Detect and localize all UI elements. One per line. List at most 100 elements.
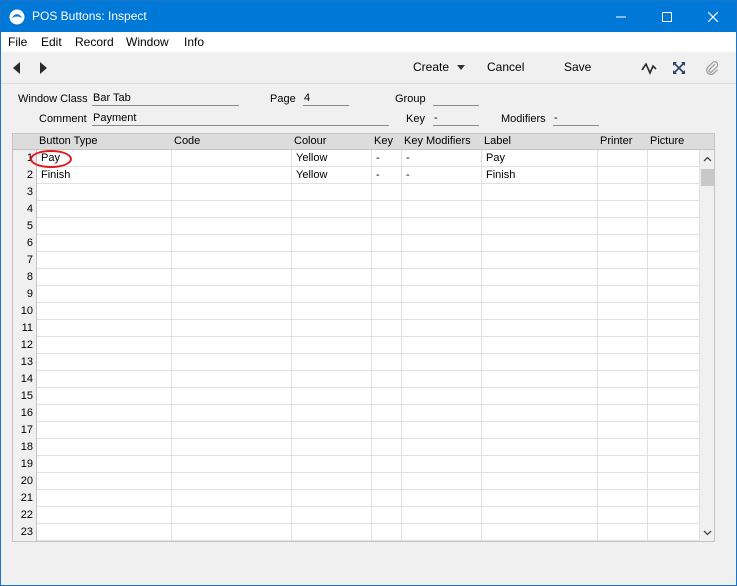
cell-printer[interactable] (598, 337, 648, 354)
column-header-label[interactable]: Label (484, 135, 511, 147)
cell-printer[interactable] (598, 371, 648, 388)
row-number[interactable]: 5 (13, 218, 37, 235)
cell-colour[interactable] (292, 252, 372, 269)
title-bar[interactable]: POS Buttons: Inspect (1, 1, 736, 32)
cell-label[interactable] (482, 269, 598, 286)
cell-code[interactable] (172, 286, 292, 303)
cell-key[interactable] (372, 490, 402, 507)
cell-key-modifiers[interactable] (402, 218, 482, 235)
row-number[interactable]: 21 (13, 490, 37, 507)
menu-info[interactable]: Info (184, 35, 204, 49)
cell-button-type[interactable] (37, 422, 172, 439)
cell-picture[interactable] (648, 337, 699, 354)
cell-button-type[interactable]: Finish (37, 167, 172, 184)
cell-picture[interactable] (648, 286, 699, 303)
cell-printer[interactable] (598, 422, 648, 439)
cell-button-type[interactable] (37, 405, 172, 422)
maximize-button[interactable] (644, 1, 690, 32)
cell-picture[interactable] (648, 252, 699, 269)
page-field[interactable]: 4 (303, 92, 349, 106)
cell-key-modifiers[interactable] (402, 456, 482, 473)
cell-picture[interactable] (648, 354, 699, 371)
cell-label[interactable] (482, 456, 598, 473)
cell-colour[interactable] (292, 184, 372, 201)
cell-key[interactable] (372, 269, 402, 286)
scroll-down-button[interactable] (700, 524, 714, 541)
cell-label[interactable] (482, 218, 598, 235)
modifiers-field[interactable]: - (553, 112, 599, 126)
cell-colour[interactable] (292, 405, 372, 422)
window-class-field[interactable]: Bar Tab (92, 92, 239, 106)
cell-key[interactable] (372, 405, 402, 422)
cell-code[interactable] (172, 524, 292, 541)
cell-code[interactable] (172, 201, 292, 218)
cell-code[interactable] (172, 252, 292, 269)
cell-picture[interactable] (648, 473, 699, 490)
cell-colour[interactable] (292, 354, 372, 371)
cell-key[interactable] (372, 320, 402, 337)
cell-picture[interactable] (648, 269, 699, 286)
cell-colour[interactable] (292, 388, 372, 405)
cell-key-modifiers[interactable] (402, 235, 482, 252)
cell-printer[interactable] (598, 405, 648, 422)
column-header-key-modifiers[interactable]: Key Modifiers (404, 135, 471, 147)
cell-picture[interactable] (648, 388, 699, 405)
menu-window[interactable]: Window (126, 35, 169, 49)
cell-code[interactable] (172, 320, 292, 337)
cell-key[interactable] (372, 524, 402, 541)
cell-printer[interactable] (598, 167, 648, 184)
cell-code[interactable] (172, 422, 292, 439)
cell-picture[interactable] (648, 371, 699, 388)
cell-key[interactable] (372, 354, 402, 371)
cell-key[interactable] (372, 422, 402, 439)
cell-colour[interactable] (292, 473, 372, 490)
cell-code[interactable] (172, 490, 292, 507)
cell-key-modifiers[interactable] (402, 320, 482, 337)
cell-key[interactable] (372, 371, 402, 388)
cell-label[interactable] (482, 388, 598, 405)
group-field[interactable] (433, 92, 479, 106)
cell-printer[interactable] (598, 201, 648, 218)
cell-label[interactable] (482, 184, 598, 201)
cell-key-modifiers[interactable] (402, 201, 482, 218)
cell-button-type[interactable] (37, 218, 172, 235)
cell-button-type[interactable] (37, 524, 172, 541)
cell-label[interactable] (482, 354, 598, 371)
cell-printer[interactable] (598, 524, 648, 541)
cell-button-type[interactable] (37, 269, 172, 286)
cell-printer[interactable] (598, 252, 648, 269)
comment-field[interactable]: Payment (92, 112, 389, 126)
cell-button-type[interactable] (37, 286, 172, 303)
cell-colour[interactable] (292, 371, 372, 388)
cell-picture[interactable] (648, 303, 699, 320)
row-number[interactable]: 14 (13, 371, 37, 388)
cell-code[interactable] (172, 507, 292, 524)
cell-button-type[interactable] (37, 235, 172, 252)
cell-key-modifiers[interactable] (402, 354, 482, 371)
row-number[interactable]: 16 (13, 405, 37, 422)
cell-printer[interactable] (598, 150, 648, 167)
cell-button-type[interactable] (37, 252, 172, 269)
cell-key-modifiers[interactable] (402, 439, 482, 456)
cell-code[interactable] (172, 235, 292, 252)
cell-key-modifiers[interactable] (402, 524, 482, 541)
save-button[interactable]: Save (564, 60, 591, 74)
cell-key[interactable] (372, 473, 402, 490)
cell-code[interactable] (172, 184, 292, 201)
cell-key-modifiers[interactable] (402, 507, 482, 524)
cell-key-modifiers[interactable] (402, 184, 482, 201)
row-number[interactable]: 8 (13, 269, 37, 286)
cell-code[interactable] (172, 371, 292, 388)
cell-label[interactable] (482, 320, 598, 337)
cell-printer[interactable] (598, 320, 648, 337)
cell-picture[interactable] (648, 507, 699, 524)
cell-picture[interactable] (648, 218, 699, 235)
scroll-thumb[interactable] (701, 169, 714, 186)
cell-code[interactable] (172, 388, 292, 405)
menu-edit[interactable]: Edit (41, 35, 62, 49)
cell-key[interactable] (372, 184, 402, 201)
menu-file[interactable]: File (8, 35, 27, 49)
close-button[interactable] (690, 1, 736, 32)
cell-key[interactable] (372, 507, 402, 524)
cell-button-type[interactable] (37, 473, 172, 490)
